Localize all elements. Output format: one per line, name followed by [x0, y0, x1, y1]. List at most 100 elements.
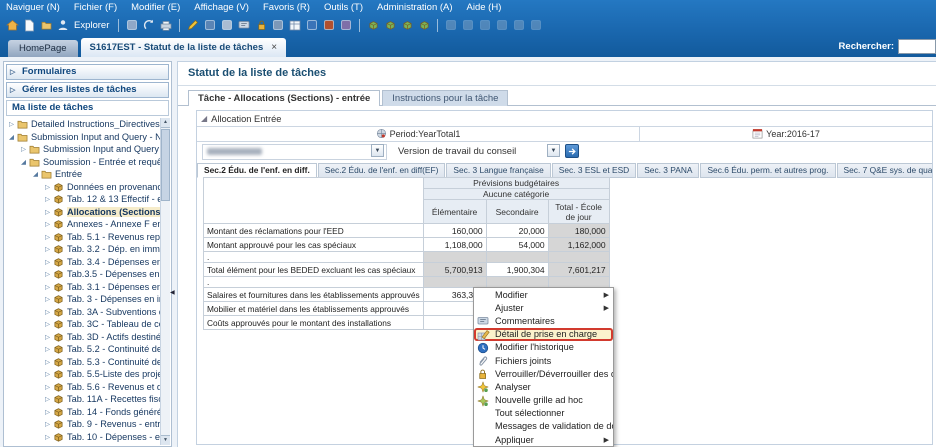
sheet-tab[interactable]: Sec.6 Édu. perm. et autres prog. [700, 163, 836, 178]
disabled-3-icon[interactable] [478, 18, 492, 32]
tab-task-instructions[interactable]: Instructions pour la tâche [382, 90, 509, 106]
expand-icon[interactable]: ▷ [43, 220, 52, 228]
scrollbar-thumb[interactable] [161, 129, 170, 201]
tree-item[interactable]: ▷ Tab. 3 - Dépenses en immobilisatio [5, 293, 160, 306]
expand-icon[interactable]: ▷ [43, 395, 52, 403]
print-icon[interactable] [159, 18, 173, 32]
process-2-icon[interactable] [383, 18, 397, 32]
tree-item[interactable]: ▷ Tab. 5.1 - Revenus reportés - Entré [5, 231, 160, 244]
cell-info-icon[interactable] [305, 18, 319, 32]
tree-item[interactable]: ◢ Submission Input and Query - Non-FS_Sou… [5, 131, 160, 144]
tree-item[interactable]: ◢ Soumission - Entrée et requête [5, 156, 160, 169]
expand-icon[interactable]: ▷ [43, 370, 52, 378]
expand-icon[interactable]: ▷ [10, 66, 15, 79]
close-tab-icon[interactable]: × [271, 42, 277, 53]
data-table-icon[interactable] [339, 18, 353, 32]
menu-item-modifier-l-historique[interactable]: Modifier l'historique [474, 341, 613, 354]
move-block-icon[interactable] [203, 18, 217, 32]
menu-item-modifier[interactable]: Modifier ▶ [474, 288, 613, 301]
version-dropdown-icon[interactable]: ▼ [547, 144, 560, 157]
menu-item-analyser[interactable]: Analyser [474, 380, 613, 394]
expand-icon[interactable]: ▷ [43, 270, 52, 278]
tree-item[interactable]: ◢ Entrée [5, 168, 160, 181]
disabled-6-icon[interactable] [529, 18, 543, 32]
tab-homepage[interactable]: HomePage [8, 40, 78, 57]
menu-item-messages-de-validation-de-donn-es[interactable]: Messages de validation de données [474, 420, 613, 433]
tree-item[interactable]: ▷ Tab. 3A - Subventions d'immobilisa [5, 306, 160, 319]
expand-icon[interactable]: ▷ [43, 420, 52, 428]
accordion-ma-liste[interactable]: Ma liste de tâches [6, 100, 169, 116]
tree-item[interactable]: ▷ Detailed Instructions_Directives détail… [5, 118, 160, 131]
lock-cell-icon[interactable] [254, 18, 268, 32]
menu-item-affichage[interactable]: Affichage (V) [194, 1, 249, 14]
expand-icon[interactable]: ▷ [43, 233, 52, 241]
tree-item[interactable]: ▷ Tab. 9 - Revenus - entrée [5, 418, 160, 431]
expand-icon[interactable]: ▷ [43, 345, 52, 353]
menu-item-d-tail-de-prise-en-charge[interactable]: Détail de prise en charge [474, 327, 613, 341]
expand-icon[interactable]: ▷ [43, 433, 52, 441]
expand-icon[interactable]: ▷ [43, 295, 52, 303]
sort-levels-icon[interactable] [271, 18, 285, 32]
menu-item-favoris[interactable]: Favoris (R) [263, 1, 310, 14]
menu-item-tout-s-lectionner[interactable]: Tout sélectionner [474, 407, 613, 420]
menu-item-aide[interactable]: Aide (H) [467, 1, 502, 14]
sheet-tab[interactable]: Sec.2 Édu. de l'enf. en diff(EF) [317, 163, 446, 178]
sheet-tab[interactable]: Sec.2 Édu. de l'enf. en diff. [197, 163, 317, 178]
go-button[interactable] [565, 144, 579, 158]
disabled-1-icon[interactable] [444, 18, 458, 32]
refresh-icon[interactable] [142, 18, 156, 32]
tree-item[interactable]: ▷ Tab. 3D - Actifs destinés à la vente [5, 331, 160, 344]
menu-item-naviguer[interactable]: Naviguer (N) [6, 1, 60, 14]
collapse-icon[interactable]: ◢ [31, 170, 40, 178]
tree-item[interactable]: ▷ Tab. 3.4 - Dépenses en immobilisat [5, 256, 160, 269]
tree-item[interactable]: ▷ Tab. 11A - Recettes fiscales - entré [5, 393, 160, 406]
grid-cell[interactable]: 54,000 [485, 237, 549, 252]
grid-cell[interactable]: 1,108,000 [422, 237, 487, 252]
panel-collapse-handle[interactable]: ◀ [170, 289, 175, 296]
process-3-icon[interactable] [400, 18, 414, 32]
expand-icon[interactable]: ▷ [43, 333, 52, 341]
bookmark-icon[interactable] [125, 18, 139, 32]
expand-icon[interactable]: ▷ [43, 308, 52, 316]
edit-pencil-icon[interactable] [186, 18, 200, 32]
disabled-4-icon[interactable] [495, 18, 509, 32]
menu-item-modifier[interactable]: Modifier (E) [131, 1, 180, 14]
menu-item-nouvelle-grille-ad-hoc[interactable]: Nouvelle grille ad hoc [474, 394, 613, 407]
tree-item[interactable]: ▷ Tab. 5.3 - Continuité des apports e [5, 356, 160, 369]
tree-item[interactable]: ▷ Submission Input and Query [5, 143, 160, 156]
form-section-header[interactable]: ◢ Allocation Entrée [197, 111, 932, 126]
disabled-2-icon[interactable] [461, 18, 475, 32]
tree-item[interactable]: ▷ Tab. 12 & 13 Effectif - entrée [5, 193, 160, 206]
pov-year[interactable]: Year:2016-17 [640, 127, 932, 141]
expand-icon[interactable]: ▷ [10, 84, 15, 97]
sheet-tab[interactable]: Sec. 3 Langue française [446, 163, 551, 178]
expand-icon[interactable]: ▷ [43, 383, 52, 391]
menu-item-commentaires[interactable]: Commentaires [474, 314, 613, 327]
sheet-tab[interactable]: Sec. 3 ESL et ESD [551, 163, 637, 178]
scroll-down-icon[interactable]: ▼ [161, 435, 170, 445]
tree-item[interactable]: ▷ Tab. 5.6 - Revenus et déficits des t [5, 381, 160, 394]
expand-icon[interactable]: ▷ [43, 195, 52, 203]
tree-item[interactable]: ▷ Tab. 14 - Fonds générés par les éc [5, 406, 160, 419]
grid-cell[interactable]: 20,000 [485, 223, 549, 238]
scroll-up-icon[interactable]: ▲ [161, 118, 170, 128]
disabled-5-icon[interactable] [512, 18, 526, 32]
tree-item[interactable]: ▷ Tab. 10 - Dépenses - entrée [5, 431, 160, 444]
grid-cell[interactable]: 1,900,304 [485, 262, 549, 277]
expand-icon[interactable]: ▷ [43, 208, 52, 216]
tab-tasklist-status[interactable]: S1617EST - Statut de la liste de tâches … [80, 38, 287, 57]
move-block-disabled-icon[interactable] [220, 18, 234, 32]
tree-item[interactable]: ▷ Tab.3.5 - Dépenses en immobilisati [5, 268, 160, 281]
pov-period[interactable]: Period:YearTotal1 [197, 127, 640, 141]
comment-cell-icon[interactable] [237, 18, 251, 32]
process-1-icon[interactable] [366, 18, 380, 32]
accordion-gerer-listes[interactable]: ▷ Gérer les listes de tâches [6, 82, 169, 98]
validate-map-icon[interactable] [288, 18, 302, 32]
new-document-icon[interactable] [22, 18, 36, 32]
collapse-icon[interactable]: ◢ [19, 158, 28, 166]
explorer-icon[interactable] [56, 18, 70, 32]
menu-item-ajuster[interactable]: Ajuster ▶ [474, 301, 613, 314]
expand-icon[interactable]: ▷ [43, 245, 52, 253]
entity-selector[interactable] [202, 144, 387, 160]
collapse-triangle-icon[interactable]: ◢ [201, 114, 207, 123]
